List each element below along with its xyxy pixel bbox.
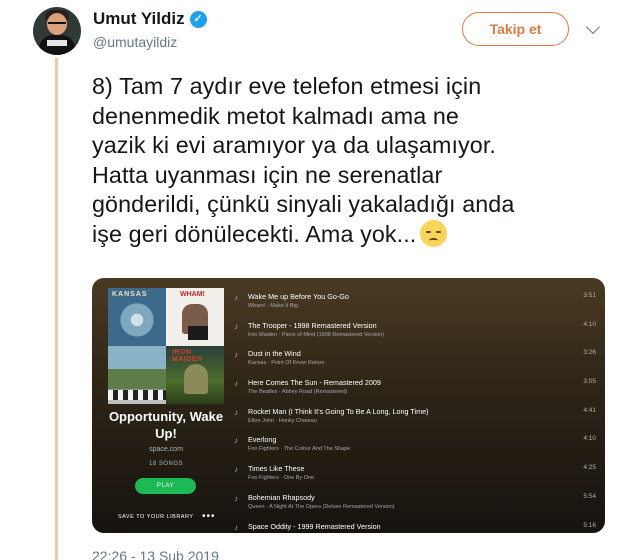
author-name[interactable]: Umut Yildiz — [93, 9, 185, 29]
music-note-icon: ♪ — [234, 465, 238, 475]
track-title: Space Oddity - 1999 Remastered Version — [248, 521, 381, 531]
track-duration: 5:16 — [583, 521, 596, 529]
track-duration: 4:10 — [583, 435, 596, 443]
music-note-icon: ♪ — [234, 522, 238, 532]
track-title: Rocket Man (I Think It's Going To Be A L… — [248, 406, 429, 416]
tweet-text-line: 8) Tam 7 aydır eve telefon etmesi için — [92, 73, 482, 99]
album-cover-label: KANSAS — [112, 291, 148, 298]
tweet-text-line: gönderildi, çünkü sinyali yakaladığı and… — [92, 191, 515, 217]
track-row[interactable]: ♪ Bohemian Rhapsody Queen · A Night At T… — [234, 493, 596, 522]
more-options-icon[interactable]: ••• — [202, 511, 216, 522]
track-artist-album: The Beatles · Abbey Road (Remastered) — [248, 389, 348, 396]
track-duration: 3:26 — [583, 349, 596, 357]
spotify-playlist-card[interactable]: KANSAS WHAM! IRON MAIDEN Opportunity, Wa… — [92, 278, 605, 533]
thread-line — [55, 58, 58, 560]
tweet-text-line: yazik ki evi aramıyor ya da ulaşamıyor. — [92, 132, 496, 158]
track-title: Times Like These — [248, 464, 305, 474]
tweet-text-line: denenmedik metot kalmadı ama ne — [92, 102, 459, 129]
playlist-title[interactable]: Opportunity, Wake Up! — [102, 408, 230, 442]
music-note-icon: ♪ — [234, 379, 238, 389]
track-title: Here Comes The Sun - Remastered 2009 — [248, 378, 381, 388]
track-row[interactable]: ♪ Here Comes The Sun - Remastered 2009 T… — [234, 378, 596, 407]
tweet-text-line: işe geri dönülecekti. Ama yok... — [92, 220, 417, 247]
author-name-row[interactable]: Umut Yildiz ✓ — [93, 9, 207, 29]
tweet-timestamp[interactable]: 22:26 - 13 Şub 2019 — [92, 548, 219, 560]
track-artist-album: Foo Fighters · One By One — [248, 475, 315, 482]
track-row[interactable]: ♪ Wake Me up Before You Go-Go Wham! · Ma… — [234, 292, 596, 321]
music-note-icon: ♪ — [234, 493, 238, 503]
pensive-face-emoji-icon — [420, 219, 448, 247]
album-cover-abbey-road — [108, 346, 166, 404]
music-note-icon: ♪ — [234, 350, 238, 360]
album-cover-figure — [188, 326, 208, 340]
music-note-icon: ♪ — [234, 407, 238, 417]
avatar-glasses — [48, 22, 66, 27]
playlist-song-count: 18 SONGS — [148, 461, 183, 467]
playlist-cover: KANSAS WHAM! IRON MAIDEN — [108, 288, 224, 404]
track-artist-album: Kansas · Point Of Know Return — [248, 360, 325, 367]
album-cover-kansas: KANSAS — [108, 288, 166, 346]
track-row[interactable]: ♪ Rocket Man (I Think It's Going To Be A… — [234, 407, 596, 436]
track-row[interactable]: ♪ Dust in the Wind Kansas · Point Of Kno… — [234, 349, 596, 378]
music-note-icon: ♪ — [234, 436, 238, 446]
tweet-text-last-line: işe geri dönülecekti. Ama yok... — [92, 219, 612, 250]
avatar-shirt-print — [47, 40, 67, 46]
album-cover-wham: WHAM! — [166, 288, 224, 346]
track-duration: 4:41 — [583, 406, 596, 414]
track-title: Wake Me up Before You Go-Go — [248, 292, 349, 301]
album-cover-crosswalk — [108, 390, 166, 400]
author-handle[interactable]: @umutayildiz — [93, 34, 177, 50]
track-list: ♪ Wake Me up Before You Go-Go Wham! · Ma… — [234, 292, 596, 533]
album-cover-label: IRON MAIDEN — [172, 349, 203, 363]
track-row[interactable]: ♪ Everlong Foo Fighters · The Colour And… — [234, 435, 596, 464]
album-cover-label: WHAM! — [180, 291, 205, 298]
verified-badge-icon: ✓ — [189, 10, 207, 28]
track-duration: 3:51 — [583, 292, 596, 299]
playlist-owner[interactable]: space.com — [102, 446, 230, 453]
track-title: Dust in the Wind — [248, 349, 301, 359]
avatar[interactable] — [33, 7, 81, 55]
album-cover-iron-maiden: IRON MAIDEN — [166, 346, 224, 404]
track-duration: 5:54 — [583, 492, 596, 500]
track-duration: 4:25 — [583, 464, 596, 472]
track-row[interactable]: ♪ Times Like These Foo Fighters · One By… — [234, 464, 596, 493]
play-button[interactable]: PLAY — [135, 478, 196, 494]
track-artist-album: Queen · A Night At The Opera (Deluxe Rem… — [248, 503, 395, 510]
track-row[interactable]: ♪ Space Oddity - 1999 Remastered Version… — [234, 522, 596, 534]
track-duration: 4:10 — [583, 320, 596, 328]
chevron-down-icon[interactable] — [585, 19, 601, 35]
track-artist-album: Elton John · Honky Chateau — [248, 417, 317, 424]
music-note-icon: ♪ — [234, 293, 238, 302]
album-cover-figure — [184, 364, 208, 394]
follow-button[interactable]: Takip et — [462, 12, 569, 46]
track-duration: 3:05 — [583, 378, 596, 386]
track-artist-album: Iron Maiden · Piece of Mind (1998 Remast… — [248, 331, 385, 338]
track-artist-album: Wham! · Make It Big — [248, 303, 298, 309]
music-note-icon: ♪ — [234, 321, 238, 331]
tweet-text-line: Hatta uyanması için ne serenatlar — [92, 161, 443, 188]
track-title: Bohemian Rhapsody — [248, 492, 315, 502]
save-to-library-button[interactable]: SAVE TO YOUR LIBRARY — [118, 514, 194, 520]
tweet-text: 8) Tam 7 aydır eve telefon etmesi için d… — [92, 72, 612, 249]
track-artist-album: Foo Fighters · The Colour And The Shape — [248, 446, 351, 453]
track-title: The Trooper - 1998 Remastered Version — [248, 320, 377, 330]
track-title: Everlong — [248, 435, 277, 445]
track-row[interactable]: ♪ The Trooper - 1998 Remastered Version … — [234, 321, 596, 350]
